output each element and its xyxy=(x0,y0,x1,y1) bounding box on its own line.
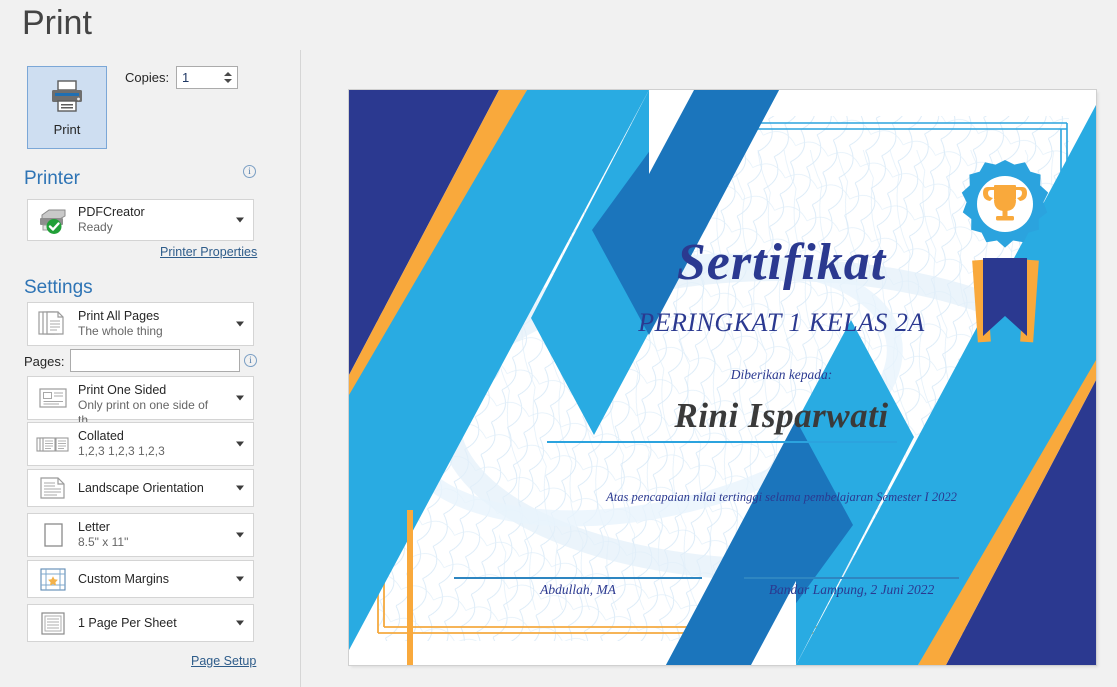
copies-label: Copies: xyxy=(125,70,170,85)
chevron-down-icon[interactable] xyxy=(236,321,244,327)
print-button[interactable]: Print xyxy=(27,66,107,149)
dropdown-pages-per-sheet[interactable]: 1 Page Per Sheet xyxy=(27,604,254,642)
certificate-preview-page[interactable]: Sertifikat PERINGKAT 1 KELAS 2A Diberika… xyxy=(349,90,1096,665)
one-sided-icon xyxy=(36,381,70,415)
copies-stepper[interactable] xyxy=(176,66,238,89)
page-setup-link[interactable]: Page Setup xyxy=(191,654,256,668)
pages-label: Pages: xyxy=(24,354,65,369)
chevron-down-icon[interactable] xyxy=(236,620,244,626)
chevron-down-icon[interactable] xyxy=(236,441,244,447)
margins-icon xyxy=(36,562,70,596)
signature-left-label: Abdullah, MA xyxy=(540,582,616,597)
print-preview-area: Sertifikat PERINGKAT 1 KELAS 2A Diberika… xyxy=(301,50,1117,687)
print-backstage-screen: Print Print Copies: 1 Printer i PDFCreat… xyxy=(0,0,1117,687)
copies-input[interactable] xyxy=(177,67,219,88)
paper-size-title: Letter xyxy=(78,520,110,534)
pages-input[interactable] xyxy=(70,349,240,372)
dropdown-collation[interactable]: Collated 1,2,3 1,2,3 1,2,3 xyxy=(27,422,254,466)
certificate-subtitle: PERINGKAT 1 KELAS 2A xyxy=(638,308,925,337)
all-pages-icon xyxy=(36,307,70,341)
certificate-title: Sertifikat xyxy=(676,234,887,291)
print-button-label: Print xyxy=(53,121,81,137)
printer-icon xyxy=(48,79,86,116)
page-title: Print xyxy=(22,4,92,42)
spinner-down-icon[interactable] xyxy=(224,79,232,83)
dropdown-print-range[interactable]: Print All Pages The whole thing xyxy=(27,302,254,346)
collation-subtitle: 1,2,3 1,2,3 1,2,3 xyxy=(78,444,165,458)
printer-section-heading: Printer xyxy=(24,168,80,189)
print-sides-title: Print One Sided xyxy=(78,383,167,397)
printer-status: Ready xyxy=(78,220,113,234)
settings-section-heading: Settings xyxy=(24,277,93,298)
landscape-icon xyxy=(36,471,70,505)
paper-size-icon xyxy=(36,518,70,552)
printer-ready-icon xyxy=(36,203,70,237)
printer-properties-link[interactable]: Printer Properties xyxy=(160,245,257,259)
dropdown-print-sides[interactable]: Print One Sided Only print on one side o… xyxy=(27,376,254,427)
margins-title: Custom Margins xyxy=(78,572,169,586)
signature-right-label: Bandar Lampung, 2 Juni 2022 xyxy=(768,582,935,597)
printer-name: PDFCreator xyxy=(78,205,145,219)
pages-per-sheet-title: 1 Page Per Sheet xyxy=(78,616,177,630)
chevron-down-icon[interactable] xyxy=(236,532,244,538)
dropdown-orientation[interactable]: Landscape Orientation xyxy=(27,469,254,507)
pages-per-sheet-icon xyxy=(36,606,70,640)
pages-info-icon[interactable]: i xyxy=(244,354,257,367)
recipient-underline xyxy=(547,441,897,443)
chevron-down-icon[interactable] xyxy=(236,217,244,223)
printer-select[interactable]: PDFCreator Ready xyxy=(27,199,254,241)
signature-line-left xyxy=(454,577,702,579)
print-range-title: Print All Pages xyxy=(78,309,160,323)
copies-spinner[interactable] xyxy=(219,67,237,88)
chevron-down-icon[interactable] xyxy=(236,395,244,401)
dropdown-margins[interactable]: Custom Margins xyxy=(27,560,254,598)
paper-size-subtitle: 8.5" x 11" xyxy=(78,535,129,549)
print-range-subtitle: The whole thing xyxy=(78,324,163,338)
collated-icon xyxy=(36,427,70,461)
chevron-down-icon[interactable] xyxy=(236,576,244,582)
chevron-down-icon[interactable] xyxy=(236,485,244,491)
dropdown-paper-size[interactable]: Letter 8.5" x 11" xyxy=(27,513,254,557)
certificate-recipient-name: Rini Isparwati xyxy=(674,396,889,435)
certificate-reason: Atas pencapaian nilai tertinggi selama p… xyxy=(606,490,957,504)
spinner-up-icon[interactable] xyxy=(224,72,232,76)
printer-info-icon[interactable]: i xyxy=(243,165,256,178)
collation-title: Collated xyxy=(78,429,124,443)
orientation-title: Landscape Orientation xyxy=(78,481,204,495)
certificate-awarded-to-label: Diberikan kepada: xyxy=(730,367,833,382)
print-settings-panel: Print Print Copies: 1 Printer i PDFCreat… xyxy=(0,0,300,687)
signature-line-right xyxy=(744,577,959,579)
